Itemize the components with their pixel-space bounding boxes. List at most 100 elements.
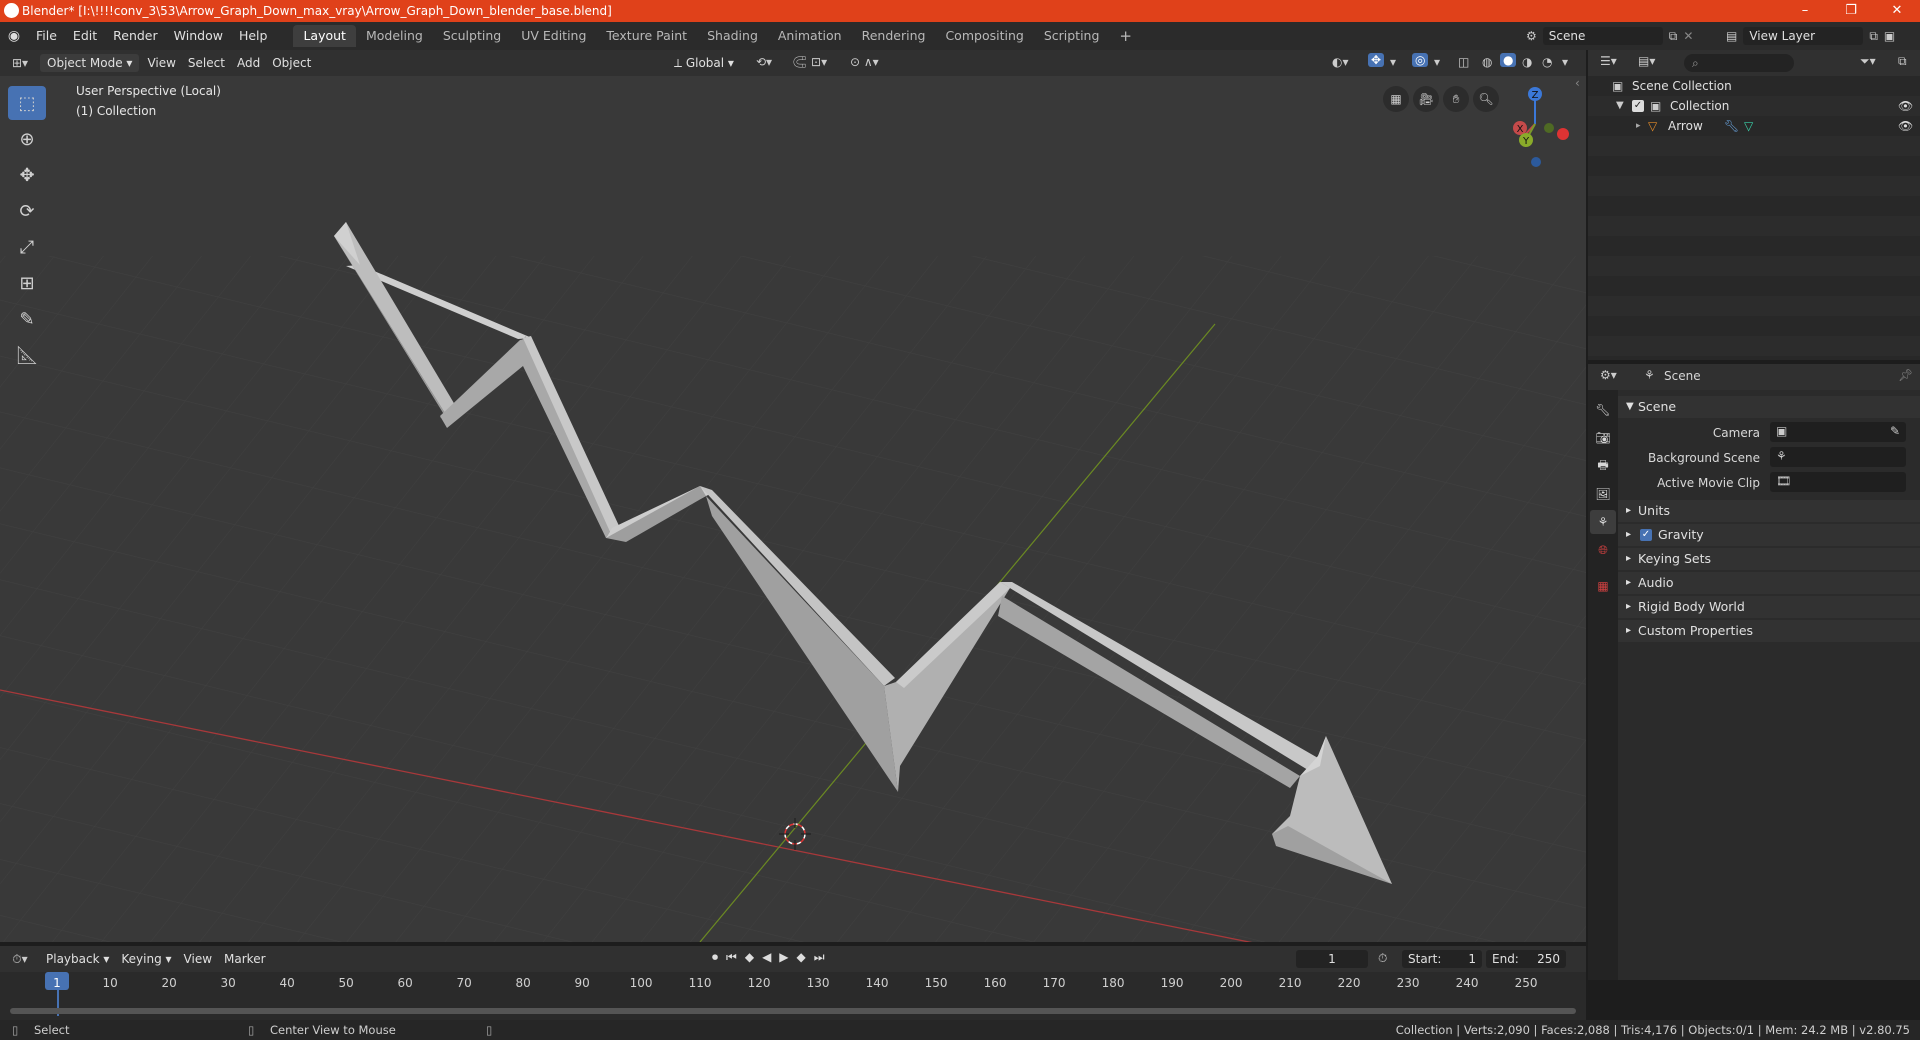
snap-icon[interactable]: 🧲︎ ⊡▾ [792, 55, 827, 69]
menu-view-timeline[interactable]: View [178, 950, 218, 968]
tab-modeling[interactable]: Modeling [356, 25, 433, 47]
outliner-editor-type-icon[interactable]: ☰▾ [1600, 54, 1617, 68]
scene-field[interactable]: Scene [1542, 27, 1663, 45]
material-shading-icon[interactable]: ◑ [1522, 55, 1532, 69]
record-icon[interactable]: ⏺ [712, 950, 718, 965]
view-layer-icon[interactable]: ▤ [1726, 29, 1737, 43]
menu-add[interactable]: Add [231, 54, 266, 72]
end-frame-field[interactable]: End: 250 [1486, 950, 1566, 968]
next-keyframe-icon[interactable]: ◆ [797, 950, 806, 965]
new-collection-icon[interactable]: ⧉ [1898, 54, 1907, 69]
world-tab-icon[interactable]: 🌐︎ [1590, 538, 1616, 562]
toggle-grid-icon[interactable]: ▦ [1383, 86, 1409, 112]
annotate-icon[interactable]: ✎ [8, 302, 46, 336]
tab-layout[interactable]: Layout [293, 25, 356, 47]
eye-icon[interactable]: 👁︎ [1898, 116, 1913, 136]
collection-checkbox[interactable]: ✓ [1632, 100, 1644, 112]
side-panel-toggle-icon[interactable]: ‹ [1575, 76, 1580, 90]
eye-icon[interactable]: 👁︎ [1898, 96, 1913, 116]
gravity-checkbox[interactable]: ✓ [1640, 529, 1652, 541]
filter-icon[interactable]: ⏷▾ [1860, 54, 1876, 69]
camera-field[interactable]: ▣ ✎ [1770, 422, 1906, 442]
prev-keyframe-icon[interactable]: ◆ [745, 950, 754, 965]
menu-render[interactable]: Render [105, 22, 166, 50]
tab-scripting[interactable]: Scripting [1034, 25, 1110, 47]
rotate-icon[interactable]: ⟳ [8, 194, 46, 228]
render-tab-icon[interactable]: 📷︎ [1590, 426, 1616, 450]
visibility-icon[interactable]: ◐▾ [1332, 55, 1349, 69]
tool-tab-icon[interactable]: 🔧︎ [1590, 398, 1616, 422]
camera-view-icon[interactable]: 🎥︎ [1413, 86, 1439, 112]
scene-icon[interactable]: ⚙ [1526, 29, 1537, 43]
menu-marker[interactable]: Marker [218, 950, 271, 968]
mode-dropdown[interactable]: Object Mode ▾ [40, 54, 140, 72]
menu-keying[interactable]: Keying ▾ [115, 950, 177, 968]
frame-ruler[interactable]: 1 10 20 30 40 50 60 70 80 90 100 110 120 130 140 150 160… [0, 972, 1586, 994]
pin-icon[interactable]: 📌︎ [1898, 368, 1913, 382]
timeline[interactable]: 1 10 20 30 40 50 60 70 80 90 100 110 120 130 140 150 160… [0, 972, 1586, 1020]
maximize-button[interactable]: ❐ [1828, 0, 1874, 22]
delete-view-layer-icon[interactable]: ▣ [1884, 29, 1895, 43]
auto-keying-icon[interactable]: ⏱ [1378, 951, 1387, 966]
units-section-header[interactable]: ▸ Units [1618, 500, 1920, 522]
display-mode-icon[interactable]: ▤▾ [1638, 54, 1655, 68]
cursor-icon[interactable]: ⊕ [8, 122, 46, 156]
tab-animation[interactable]: Animation [768, 25, 852, 47]
menu-window[interactable]: Window [166, 22, 231, 50]
outliner-row-scene-collection[interactable]: ▣ Scene Collection [1588, 76, 1920, 96]
scene-section-header[interactable]: ▼ Scene [1618, 396, 1920, 418]
pan-hand-icon[interactable]: ✋︎ [1443, 86, 1469, 112]
timeline-scrollbar[interactable] [10, 1008, 1576, 1014]
keying-sets-section-header[interactable]: ▸ Keying Sets [1618, 548, 1920, 570]
editor-type-icon[interactable]: ⊞▾ [0, 56, 40, 70]
add-workspace-icon[interactable]: + [1109, 25, 1142, 47]
menu-edit[interactable]: Edit [65, 22, 105, 50]
menu-object[interactable]: Object [266, 54, 317, 72]
outliner-row-arrow[interactable]: ▸ ▽ Arrow 🔧︎ ▽ 👁︎ [1588, 116, 1920, 136]
delete-scene-icon[interactable]: ✕ [1683, 29, 1693, 43]
select-box-icon[interactable]: ⬚ [8, 86, 46, 120]
texture-tab-icon[interactable]: ▦ [1590, 574, 1616, 598]
outliner-search-input[interactable]: ⌕ [1684, 54, 1794, 72]
timeline-editor-type-icon[interactable]: ⏱▾ [0, 952, 40, 967]
proportional-edit-icon[interactable]: ⊙ ∧▾ [850, 55, 879, 69]
gravity-section-header[interactable]: ▸ ✓ Gravity [1618, 524, 1920, 546]
expand-arrow-icon[interactable]: ▼ [1616, 96, 1624, 116]
transform-orientation-dropdown[interactable]: ⟂ Global ▾ [668, 54, 740, 72]
new-scene-icon[interactable]: ⧉ [1669, 29, 1678, 44]
gizmo-dropdown-icon[interactable]: ▾ [1390, 55, 1396, 69]
modifier-wrench-icon[interactable]: 🔧︎ [1724, 116, 1739, 136]
current-frame-field[interactable]: 1 [1296, 950, 1368, 968]
close-button[interactable]: ✕ [1874, 0, 1920, 22]
solid-shading-icon[interactable]: ● [1500, 53, 1517, 67]
overlay-toggle-icon[interactable]: ◎ [1412, 53, 1429, 67]
play-reverse-icon[interactable]: ◀ [762, 950, 771, 965]
tab-uv-editing[interactable]: UV Editing [511, 25, 596, 47]
pivot-icon[interactable]: ⟲▾ [756, 55, 772, 69]
view-layer-tab-icon[interactable]: 🖼︎ [1590, 482, 1616, 506]
tab-texture-paint[interactable]: Texture Paint [596, 25, 697, 47]
menu-file[interactable]: File [28, 22, 65, 50]
jump-start-icon[interactable]: ⏮ [726, 950, 737, 965]
view-layer-field[interactable]: View Layer [1743, 27, 1864, 45]
properties-editor-type-icon[interactable]: ⚙▾ [1600, 368, 1617, 382]
overlay-dropdown-icon[interactable]: ▾ [1434, 55, 1440, 69]
xray-icon[interactable]: ◫ [1458, 55, 1469, 69]
output-tab-icon[interactable]: 🖶︎ [1590, 454, 1616, 478]
wireframe-shading-icon[interactable]: ◍ [1482, 55, 1492, 69]
tab-sculpting[interactable]: Sculpting [433, 25, 511, 47]
scene-tab-icon[interactable]: ⚘ [1590, 510, 1616, 534]
menu-view[interactable]: View [141, 54, 181, 72]
minimize-button[interactable]: – [1782, 0, 1828, 22]
eyedropper-icon[interactable]: ✎ [1890, 424, 1900, 438]
measure-icon[interactable]: 📐︎ [8, 338, 46, 372]
rigid-body-world-section-header[interactable]: ▸ Rigid Body World [1618, 596, 1920, 618]
navigation-gizmo[interactable]: Z X Y [1490, 82, 1580, 172]
expand-arrow-icon[interactable]: ▸ [1636, 116, 1641, 136]
menu-select[interactable]: Select [182, 54, 231, 72]
scale-icon[interactable]: ⤢ [8, 230, 46, 264]
rendered-shading-icon[interactable]: ◔ [1542, 55, 1552, 69]
mesh-data-icon[interactable]: ▽ [1744, 116, 1753, 136]
3d-viewport[interactable]: User Perspective (Local) (1) Collection … [0, 76, 1586, 942]
audio-section-header[interactable]: ▸ Audio [1618, 572, 1920, 594]
